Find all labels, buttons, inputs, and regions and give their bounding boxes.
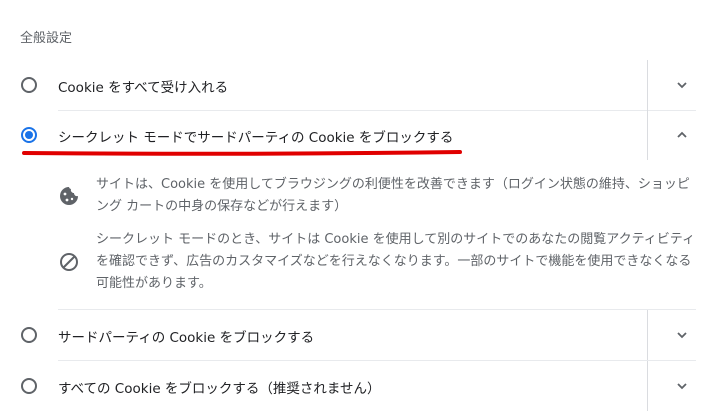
chevron-up-icon [677,131,687,138]
chevron-down-icon [677,383,687,390]
chevron-down-icon [677,82,687,89]
block-icon [60,253,78,271]
expand-button[interactable] [648,310,716,360]
collapse-button[interactable] [648,110,716,160]
option-label: シークレット モードでサードパーティの Cookie をブロックする [58,130,454,146]
section-title: 全般設定 [20,31,73,46]
option-label: サードパーティの Cookie をブロックする [58,330,315,346]
radio-button[interactable] [21,378,37,394]
option-block-all-cookies[interactable]: すべての Cookie をブロックする（推奨されません） [0,361,716,411]
radio-button[interactable] [21,77,37,93]
detail-text: サイトは、Cookie を使用してブラウジングの利便性を改善できます（ログイン状… [96,177,690,214]
red-underline-annotation [22,150,462,156]
option-label: すべての Cookie をブロックする（推奨されません） [58,381,381,397]
expand-button[interactable] [648,361,716,411]
option-block-third-party[interactable]: サードパーティの Cookie をブロックする [0,310,716,360]
detail-item-cookies-usage: サイトは、Cookie を使用してブラウジングの利便性を改善できます（ログイン状… [58,174,698,220]
detail-text: シークレット モードのとき、サイトは Cookie を使用して別のサイトでのあな… [96,232,696,291]
cookie-icon [60,187,78,205]
option-label: Cookie をすべて受け入れる [58,80,229,96]
option-accept-all-cookies[interactable]: Cookie をすべて受け入れる [0,60,716,110]
expand-button[interactable] [648,60,716,110]
radio-button[interactable] [21,327,37,343]
radio-button-selected[interactable] [21,127,37,143]
chevron-down-icon [677,332,687,339]
detail-item-incognito-blocking: シークレット モードのとき、サイトは Cookie を使用して別のサイトでのあな… [58,229,698,295]
